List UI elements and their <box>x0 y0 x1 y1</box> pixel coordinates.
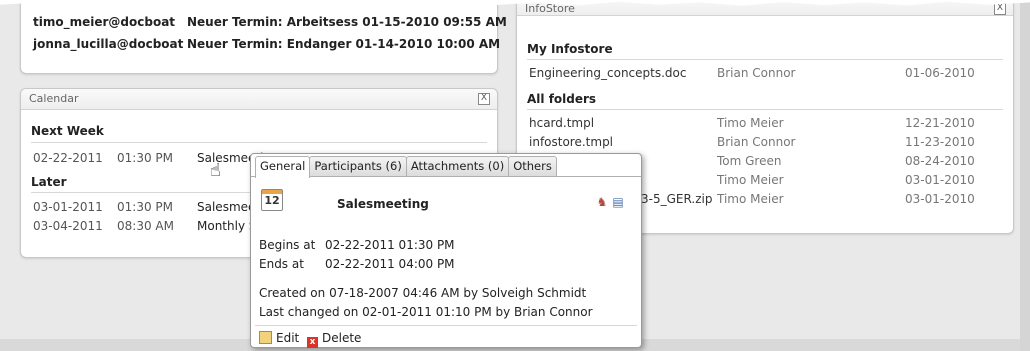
divider <box>527 59 1003 60</box>
file-owner: Brian Connor <box>717 135 796 149</box>
next-week-heading: Next Week <box>31 124 104 138</box>
file-name[interactable]: infostore.tmpl <box>529 135 613 149</box>
edit-icon <box>259 331 272 344</box>
begins-label: Begins at <box>259 238 316 252</box>
file-owner: Brian Connor <box>717 66 796 80</box>
event-date[interactable]: 03-01-2011 <box>33 200 103 214</box>
popup-body: 12 Salesmeeting ♞ ▤ Begins at 02-22-2011… <box>251 176 641 348</box>
mail-panel: timo_meier@docboat Neuer Termin: Arbeits… <box>20 0 507 74</box>
appointment-title: Salesmeeting <box>337 197 429 211</box>
mail-sender[interactable]: timo_meier@docboat <box>33 15 175 29</box>
tab-general[interactable]: General <box>255 156 311 178</box>
later-heading: Later <box>31 175 67 189</box>
calendar-title: Calendar <box>29 92 79 105</box>
close-icon[interactable]: X <box>994 3 1006 15</box>
file-date: 11-23-2010 <box>905 135 975 149</box>
file-owner: Tom Green <box>717 154 782 168</box>
file-name[interactable]: 3-5_GER.zip <box>641 192 712 206</box>
begins-value: 02-22-2011 01:30 PM <box>325 238 455 252</box>
file-date: 12-21-2010 <box>905 116 975 130</box>
file-date: 01-06-2010 <box>905 66 975 80</box>
ends-label: Ends at <box>259 257 304 271</box>
file-date: 03-01-2010 <box>905 173 975 187</box>
participants-icon[interactable]: ♞ <box>595 195 609 209</box>
file-date: 08-24-2010 <box>905 154 975 168</box>
file-owner: Timo Meier <box>717 192 784 206</box>
tab-others[interactable]: Others <box>508 156 557 176</box>
calendar-header: Calendar X <box>21 89 497 110</box>
changed-info: Last changed on 02-01-2011 01:10 PM by B… <box>259 305 593 319</box>
event-date[interactable]: 02-22-2011 <box>33 151 103 165</box>
delete-icon: x <box>307 337 318 348</box>
file-owner: Timo Meier <box>717 173 784 187</box>
file-date: 03-01-2010 <box>905 192 975 206</box>
scrollbar-track[interactable] <box>1020 0 1030 351</box>
edit-label: Edit <box>276 331 300 345</box>
edit-button[interactable]: Edit <box>259 331 299 345</box>
mail-subject[interactable]: Neuer Termin: Endanger 01-14-2010 10:00 … <box>187 37 500 51</box>
popup-tabs: General Participants (6) Attachments (0) Ot… <box>255 156 557 178</box>
event-title[interactable]: Monthly S <box>197 219 256 233</box>
event-time[interactable]: 01:30 PM <box>117 151 173 165</box>
appointment-popup: General Participants (6) Attachments (0) Ot… <box>250 153 642 348</box>
divider <box>31 142 487 143</box>
all-folders-heading: All folders <box>527 92 597 106</box>
tab-participants[interactable]: Participants (6) <box>309 156 407 176</box>
created-info: Created on 07-18-2007 04:46 AM by Solvei… <box>259 286 587 300</box>
delete-label: Delete <box>322 331 362 345</box>
file-owner: Timo Meier <box>717 116 784 130</box>
ends-value: 02-22-2011 04:00 PM <box>325 257 455 271</box>
document-icon[interactable]: ▤ <box>611 195 625 209</box>
hand-cursor-icon: ☝ <box>210 160 221 181</box>
mail-subject[interactable]: Neuer Termin: Arbeitsess 01-15-2010 09:5… <box>187 15 507 29</box>
event-time[interactable]: 08:30 AM <box>117 219 174 233</box>
close-icon[interactable]: X <box>478 93 490 105</box>
divider <box>527 109 1003 110</box>
file-name[interactable]: hcard.tmpl <box>529 116 594 130</box>
calendar-icon: 12 <box>261 189 283 211</box>
mail-sender[interactable]: jonna_lucilla@docboat <box>33 37 183 51</box>
event-time[interactable]: 01:30 PM <box>117 200 173 214</box>
my-infostore-heading: My Infostore <box>527 42 613 56</box>
divider <box>255 325 637 326</box>
file-name[interactable]: Engineering_concepts.doc <box>529 66 686 80</box>
event-date[interactable]: 03-04-2011 <box>33 219 103 233</box>
event-title[interactable]: Salesmee <box>197 200 255 214</box>
delete-button[interactable]: x Delete <box>307 331 361 348</box>
tab-attachments[interactable]: Attachments (0) <box>405 156 510 176</box>
